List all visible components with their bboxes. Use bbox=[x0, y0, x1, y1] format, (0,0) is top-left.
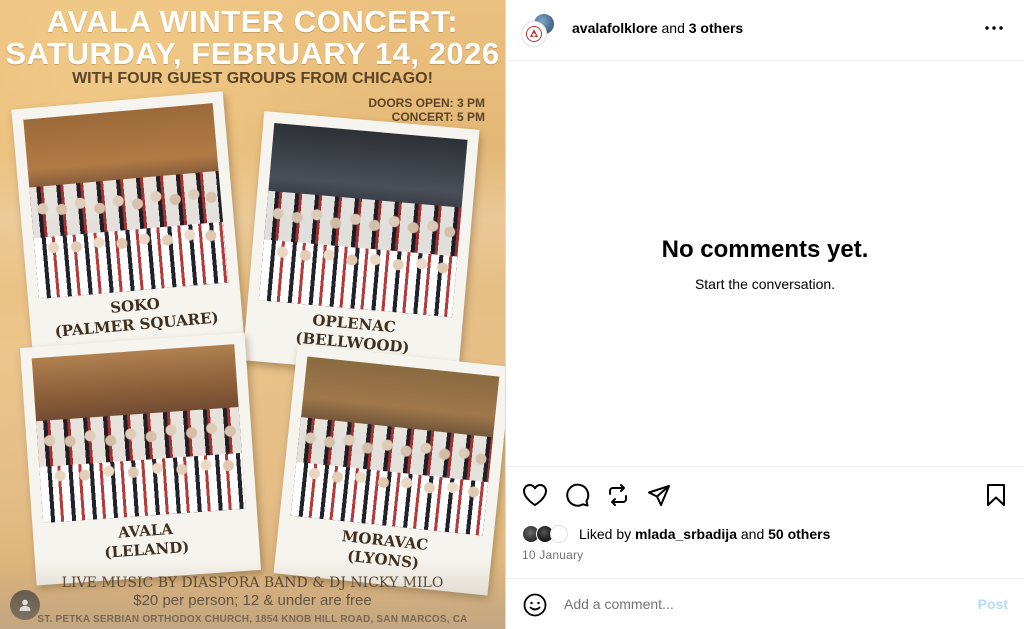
heart-icon[interactable] bbox=[521, 481, 549, 509]
poster-date: SATURDAY, FEBRUARY 14, 2026 bbox=[5, 36, 500, 71]
post-comment-button[interactable]: Post bbox=[978, 596, 1008, 612]
group-photo-avala: AVALA (LELAND) bbox=[19, 332, 262, 586]
emoji-icon[interactable] bbox=[522, 592, 548, 618]
owner-username[interactable]: avalafolklore bbox=[572, 20, 658, 36]
group-photo-moravac: MORAVAC (LYONS) bbox=[273, 344, 505, 596]
avatar[interactable] bbox=[550, 525, 568, 543]
avala-logo-icon bbox=[526, 26, 542, 42]
collab-avatars[interactable] bbox=[521, 13, 555, 47]
comments-panel: avalafolklore and 3 others No comments y… bbox=[505, 0, 1024, 629]
post-dialog: AVALA WINTER CONCERT: SATURDAY, FEBRUARY… bbox=[0, 0, 1024, 629]
post-owner: avalafolklore and 3 others bbox=[572, 20, 743, 36]
likes-others-link[interactable]: 50 others bbox=[768, 526, 830, 542]
post-date[interactable]: 10 January bbox=[522, 548, 583, 562]
empty-comments: No comments yet. Start the conversation. bbox=[506, 236, 1024, 292]
repost-icon[interactable] bbox=[604, 481, 632, 509]
poster-venue: ST. PETKA SERBIAN ORTHODOX CHURCH, 1854 … bbox=[37, 614, 468, 625]
group-photo bbox=[258, 122, 468, 318]
group-photo-oplenac: OPLENAC (BELLWOOD) bbox=[242, 111, 480, 379]
empty-comments-title: No comments yet. bbox=[661, 236, 869, 263]
poster-doors-time: DOORS OPEN: 3 PM bbox=[368, 96, 485, 110]
poster-subtitle: WITH FOUR GUEST GROUPS FROM CHICAGO! bbox=[72, 70, 433, 87]
comment-icon[interactable] bbox=[563, 481, 591, 509]
collab-joiner: and bbox=[657, 20, 689, 36]
poster-music: LIVE MUSIC BY DIASPORA BAND & DJ NICKY M… bbox=[61, 575, 444, 591]
group-photo bbox=[31, 344, 246, 523]
more-options-icon[interactable] bbox=[982, 14, 1006, 42]
action-bar: Liked by mlada_srbadija and 50 others 10… bbox=[506, 466, 1024, 577]
avatar[interactable] bbox=[521, 21, 547, 47]
share-icon[interactable] bbox=[645, 481, 673, 509]
liker-username[interactable]: mlada_srbadija bbox=[635, 526, 737, 542]
group-photo-soko: SOKO (PALMER SQUARE) bbox=[11, 91, 245, 361]
empty-comments-subtitle: Start the conversation. bbox=[694, 276, 836, 292]
group-photo bbox=[290, 356, 500, 536]
post-header: avalafolklore and 3 others bbox=[506, 0, 1024, 61]
comment-input[interactable] bbox=[564, 589, 954, 619]
poster-title: AVALA WINTER CONCERT: bbox=[46, 4, 459, 39]
poster-price: $20 per person; 12 & under are free bbox=[133, 592, 372, 609]
user-tag-icon[interactable] bbox=[10, 590, 40, 620]
poster-concert-time: CONCERT: 5 PM bbox=[391, 110, 485, 124]
likes-joiner: and bbox=[736, 526, 769, 542]
post-image[interactable]: AVALA WINTER CONCERT: SATURDAY, FEBRUARY… bbox=[0, 0, 505, 629]
liker-avatars[interactable] bbox=[522, 525, 574, 543]
comment-composer: Post bbox=[506, 578, 1024, 629]
bookmark-icon[interactable] bbox=[982, 481, 1010, 509]
group-photo bbox=[23, 103, 229, 300]
collab-others-link[interactable]: 3 others bbox=[689, 20, 743, 36]
likes-summary: Liked by mlada_srbadija and 50 others bbox=[579, 526, 830, 542]
likes-prefix: Liked by bbox=[579, 526, 636, 542]
